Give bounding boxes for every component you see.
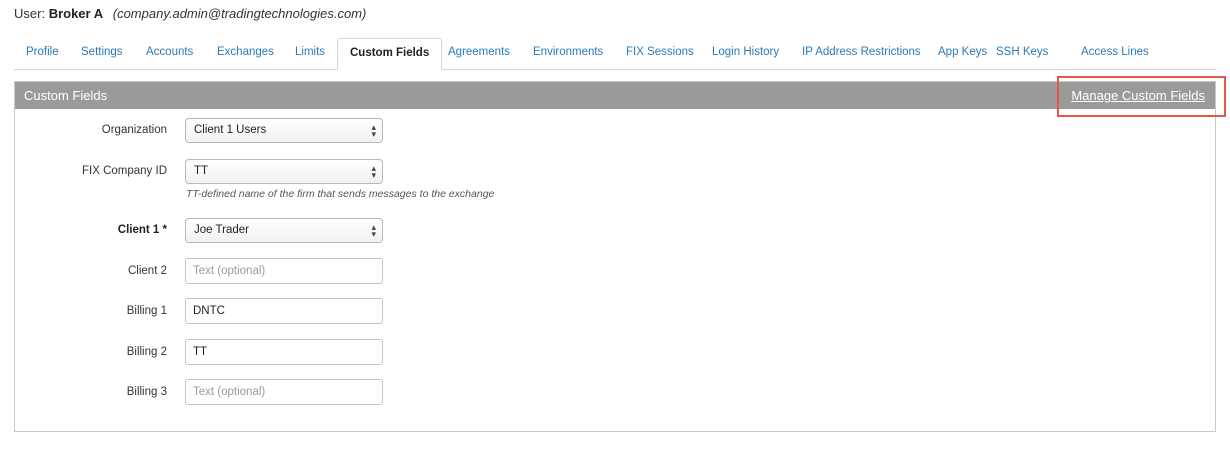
client1-label: Client 1 * (117, 224, 167, 236)
user-info: User: Broker A (company.admin@tradingtec… (14, 6, 366, 21)
user-name: Broker A (48, 6, 104, 21)
organization-label: Organization (101, 124, 167, 136)
billing1-input[interactable] (185, 298, 383, 324)
updown-arrows-icon: ▴ ▾ (371, 221, 376, 239)
fix-company-id-help: TT-defined name of the firm that sends m… (186, 188, 495, 200)
select-arrows-icon: ▴ ▾ (371, 219, 376, 242)
fix-company-id-select[interactable]: TT ▴ ▾ (185, 159, 383, 184)
organization-value: Client 1 Users (194, 124, 267, 136)
fix-company-id-label: FIX Company ID (82, 165, 167, 177)
tab-limits[interactable]: Limits (283, 38, 337, 68)
client1-value: Joe Trader (194, 224, 249, 236)
organization-select[interactable]: Client 1 Users ▴ ▾ (185, 118, 383, 143)
tab-login-history[interactable]: Login History (700, 38, 791, 68)
tab-custom-fields[interactable]: Custom Fields (337, 38, 443, 70)
tab-ssh-keys[interactable]: SSH Keys (984, 38, 1060, 68)
billing1-label: Billing 1 (126, 305, 167, 317)
user-email: (company.admin@tradingtechnologies.com) (112, 6, 367, 21)
user-prefix: User: (14, 6, 46, 21)
panel-header: Custom Fields Manage Custom Fields (15, 82, 1215, 109)
tab-exchanges[interactable]: Exchanges (205, 38, 286, 68)
updown-arrows-icon: ▴ ▾ (371, 121, 376, 139)
select-arrows-icon: ▴ ▾ (371, 119, 376, 142)
tab-environments[interactable]: Environments (521, 38, 615, 68)
client2-label: Client 2 (128, 265, 167, 277)
manage-custom-fields-link[interactable]: Manage Custom Fields (1071, 82, 1205, 109)
tab-accounts[interactable]: Accounts (134, 38, 205, 68)
billing3-label: Billing 3 (126, 386, 167, 398)
tab-settings[interactable]: Settings (69, 38, 135, 68)
tab-ip-address-restrictions[interactable]: IP Address Restrictions (790, 38, 933, 68)
billing2-input[interactable] (185, 339, 383, 365)
tab-agreements[interactable]: Agreements (436, 38, 522, 68)
billing2-label: Billing 2 (126, 346, 167, 358)
billing3-input[interactable] (185, 379, 383, 405)
updown-arrows-icon: ▴ ▾ (371, 162, 376, 180)
client1-select[interactable]: Joe Trader ▴ ▾ (185, 218, 383, 243)
tab-profile[interactable]: Profile (14, 38, 71, 68)
fix-company-id-value: TT (194, 165, 209, 177)
tab-access-lines[interactable]: Access Lines (1069, 38, 1161, 68)
panel-title: Custom Fields (24, 88, 108, 103)
tab-fix-sessions[interactable]: FIX Sessions (614, 38, 706, 68)
select-arrows-icon: ▴ ▾ (371, 160, 376, 183)
tab-bar: Profile Settings Accounts Exchanges Limi… (14, 38, 1216, 70)
client2-input[interactable] (185, 258, 383, 284)
